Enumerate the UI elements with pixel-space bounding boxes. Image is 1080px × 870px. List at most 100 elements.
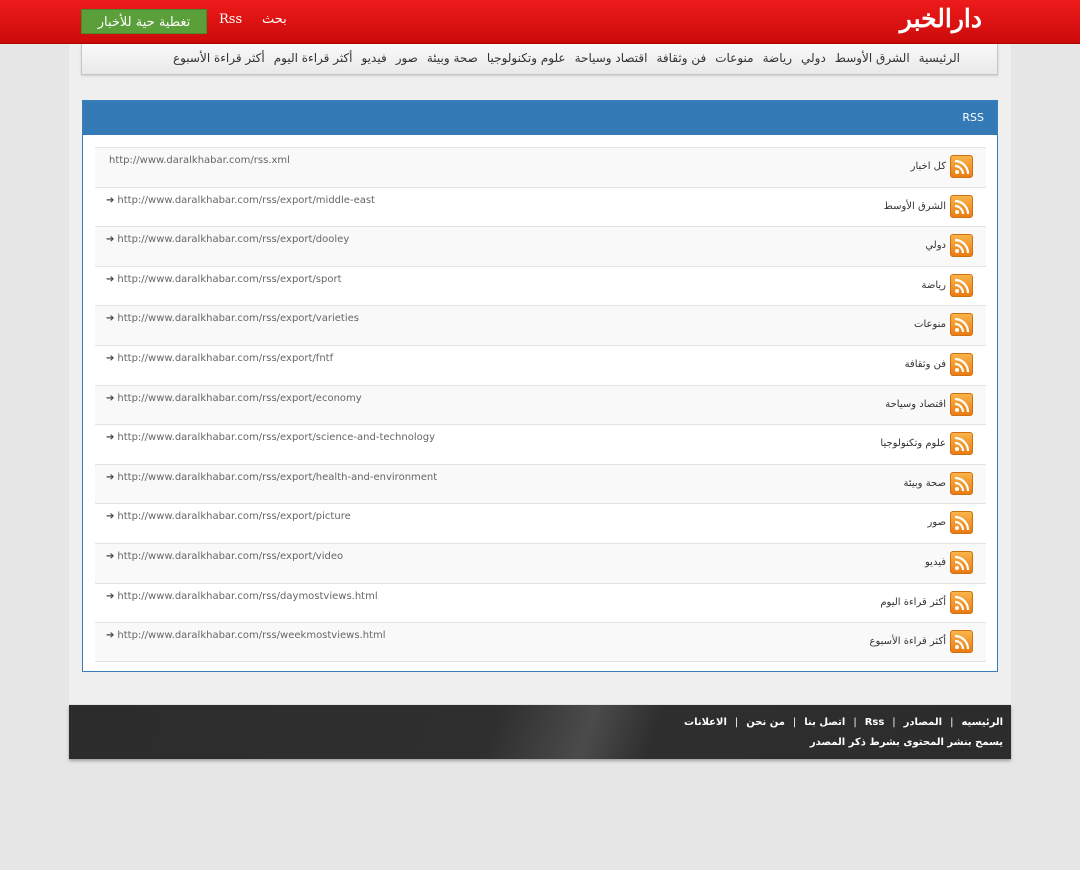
feed-category[interactable]: صور	[928, 517, 947, 528]
feed-url[interactable]: ➔ http://www.daralkhabar.com/rss/export/s…	[106, 432, 435, 443]
nav-item-sport[interactable]: رياضة	[763, 51, 792, 65]
nav-item-home[interactable]: الرئيسية	[919, 51, 960, 65]
feed-url[interactable]: ➔ http://www.daralkhabar.com/rss/export/f…	[106, 353, 333, 364]
feed-url-text[interactable]: http://www.daralkhabar.com/rss/export/sp…	[117, 274, 341, 285]
feed-url[interactable]: ➔ http://www.daralkhabar.com/rss/export/m…	[106, 195, 375, 206]
nav-item-economy[interactable]: اقتصاد وسياحة	[575, 51, 648, 65]
feed-url-text[interactable]: http://www.daralkhabar.com/rss/export/do…	[117, 234, 349, 245]
arrow-right-icon: ➔	[106, 550, 115, 562]
footer-links: الرئيسيه|المصادر|Rss|اتصل بنا|من نحن|الا…	[684, 717, 1003, 728]
feed-url[interactable]: ➔ http://www.daralkhabar.com/rss/export/p…	[106, 511, 351, 522]
feed-url[interactable]: ➔ http://www.daralkhabar.com/rss/export/v…	[106, 313, 359, 324]
arrow-right-icon: ➔	[106, 352, 115, 364]
arrow-right-icon: ➔	[106, 194, 115, 206]
feed-category[interactable]: فن وثقافة	[905, 359, 946, 370]
feed-row: http://www.daralkhabar.com/rss.xml كل اخب…	[95, 147, 986, 187]
feed-url-text[interactable]: http://www.daralkhabar.com/rss/export/sc…	[117, 432, 435, 443]
arrow-right-icon: ➔	[106, 511, 115, 523]
feed-row: ➔ http://www.daralkhabar.com/rss/daymostv…	[95, 582, 986, 623]
nav-item-pictures[interactable]: صور	[396, 51, 418, 65]
feed-row: ➔ http://www.daralkhabar.com/rss/export/v…	[95, 305, 986, 345]
feed-url-text[interactable]: http://www.daralkhabar.com/rss/daymostvi…	[117, 591, 377, 602]
arrow-right-icon: ➔	[106, 471, 115, 483]
rss-feed-icon[interactable]	[950, 471, 973, 495]
panel-title: RSS	[83, 101, 997, 135]
rss-feed-icon[interactable]	[950, 313, 973, 337]
rss-feed-icon[interactable]	[950, 352, 973, 376]
feed-url[interactable]: ➔ http://www.daralkhabar.com/rss/daymostv…	[106, 591, 378, 602]
feed-category[interactable]: أكثر قراءة اليوم	[880, 597, 946, 608]
footer-note: يسمح بنشر المحتوى بشرط ذكر المصدر	[809, 737, 1003, 748]
footer-link-about[interactable]: من نحن	[746, 717, 785, 728]
feed-category[interactable]: دولي	[925, 240, 946, 251]
footer: الرئيسيه|المصادر|Rss|اتصل بنا|من نحن|الا…	[69, 705, 1011, 759]
footer-link-sources[interactable]: المصادر	[904, 717, 942, 728]
feed-url[interactable]: ➔ http://www.daralkhabar.com/rss/weekmost…	[106, 630, 386, 641]
feed-url-text[interactable]: http://www.daralkhabar.com/rss/export/fn…	[117, 353, 333, 364]
arrow-right-icon: ➔	[106, 273, 115, 285]
rss-feed-icon[interactable]	[950, 511, 973, 535]
search-link[interactable]: بحث	[262, 12, 287, 27]
footer-link-ads[interactable]: الاعلانات	[684, 717, 727, 728]
feed-url[interactable]: ➔ http://www.daralkhabar.com/rss/export/v…	[106, 551, 343, 562]
feed-url-text[interactable]: http://www.daralkhabar.com/rss/export/pi…	[117, 511, 350, 522]
footer-link-rss[interactable]: Rss	[865, 717, 885, 728]
rss-feed-icon[interactable]	[950, 590, 973, 614]
rss-feed-icon[interactable]	[950, 273, 973, 297]
feed-category[interactable]: أكثر قراءة الأسبوع	[870, 636, 946, 647]
feed-row: ➔ http://www.daralkhabar.com/rss/export/d…	[95, 226, 986, 266]
feed-category[interactable]: الشرق الأوسط	[884, 201, 946, 212]
feed-category[interactable]: علوم وتكنولوجيا	[880, 438, 946, 449]
nav-item-most-read-week[interactable]: أكثر قراءة الأسبوع	[173, 51, 265, 65]
feed-category[interactable]: رياضة	[921, 280, 946, 291]
nav-item-international[interactable]: دولي	[801, 51, 826, 65]
arrow-right-icon: ➔	[106, 313, 115, 325]
feed-url-text[interactable]: http://www.daralkhabar.com/rss/export/va…	[117, 313, 359, 324]
feed-row: ➔ http://www.daralkhabar.com/rss/export/m…	[95, 186, 986, 227]
feed-url[interactable]: ➔ http://www.daralkhabar.com/rss/export/h…	[106, 472, 437, 483]
feed-category[interactable]: كل اخبار	[911, 161, 946, 172]
feed-url-text[interactable]: http://www.daralkhabar.com/rss/export/vi…	[117, 551, 343, 562]
feed-url-text[interactable]: http://www.daralkhabar.com/rss.xml	[109, 155, 290, 166]
site-logo[interactable]: دارالخبر	[900, 4, 983, 33]
feed-row: ➔ http://www.daralkhabar.com/rss/export/f…	[95, 344, 986, 385]
feed-url-text[interactable]: http://www.daralkhabar.com/rss/weekmostv…	[117, 630, 385, 641]
feed-url-text[interactable]: http://www.daralkhabar.com/rss/export/he…	[117, 472, 437, 483]
arrow-right-icon: ➔	[106, 630, 115, 642]
feed-url[interactable]: http://www.daralkhabar.com/rss.xml	[106, 155, 290, 166]
rss-feed-icon[interactable]	[950, 234, 973, 258]
feed-category[interactable]: اقتصاد وسياحة	[885, 399, 946, 410]
feed-url-text[interactable]: http://www.daralkhabar.com/rss/export/mi…	[117, 195, 375, 206]
feed-list: http://www.daralkhabar.com/rss.xml كل اخب…	[95, 147, 986, 662]
arrow-right-icon: ➔	[106, 234, 115, 246]
nav-item-middle-east[interactable]: الشرق الأوسط	[835, 51, 910, 65]
feed-category[interactable]: صحة وبيئة	[904, 478, 947, 489]
rss-feed-icon[interactable]	[950, 155, 973, 178]
rss-link[interactable]: Rss	[219, 12, 242, 27]
feed-category[interactable]: منوعات	[914, 319, 946, 330]
nav-item-video[interactable]: فيديو	[361, 51, 386, 65]
main-nav: الرئيسية الشرق الأوسط دولي رياضة منوعات فن وث…	[81, 44, 998, 75]
nav-item-science[interactable]: علوم وتكنولوجيا	[487, 51, 566, 65]
footer-link-contact[interactable]: اتصل بنا	[804, 717, 845, 728]
arrow-right-icon: ➔	[106, 590, 115, 602]
footer-link-home[interactable]: الرئيسيه	[961, 717, 1003, 728]
nav-item-most-read-day[interactable]: أكثر قراءة اليوم	[274, 51, 353, 65]
rss-feed-icon[interactable]	[950, 630, 973, 654]
feed-row: ➔ http://www.daralkhabar.com/rss/export/v…	[95, 542, 986, 583]
rss-feed-icon[interactable]	[950, 432, 973, 456]
nav-item-health[interactable]: صحة وبيئة	[427, 51, 478, 65]
feed-row: ➔ http://www.daralkhabar.com/rss/export/p…	[95, 503, 986, 543]
arrow-right-icon: ➔	[106, 392, 115, 404]
nav-item-varieties[interactable]: منوعات	[715, 51, 753, 65]
rss-feed-icon[interactable]	[950, 194, 973, 218]
live-coverage-button[interactable]: تغطية حية للأخبار	[81, 9, 207, 34]
feed-url[interactable]: ➔ http://www.daralkhabar.com/rss/export/d…	[106, 234, 349, 245]
feed-url[interactable]: ➔ http://www.daralkhabar.com/rss/export/e…	[106, 393, 362, 404]
rss-feed-icon[interactable]	[950, 392, 973, 416]
feed-url-text[interactable]: http://www.daralkhabar.com/rss/export/ec…	[117, 393, 361, 404]
nav-item-art-culture[interactable]: فن وثقافة	[656, 51, 706, 65]
rss-feed-icon[interactable]	[950, 550, 973, 574]
feed-url[interactable]: ➔ http://www.daralkhabar.com/rss/export/s…	[106, 274, 342, 285]
feed-category[interactable]: فيديو	[925, 557, 946, 568]
